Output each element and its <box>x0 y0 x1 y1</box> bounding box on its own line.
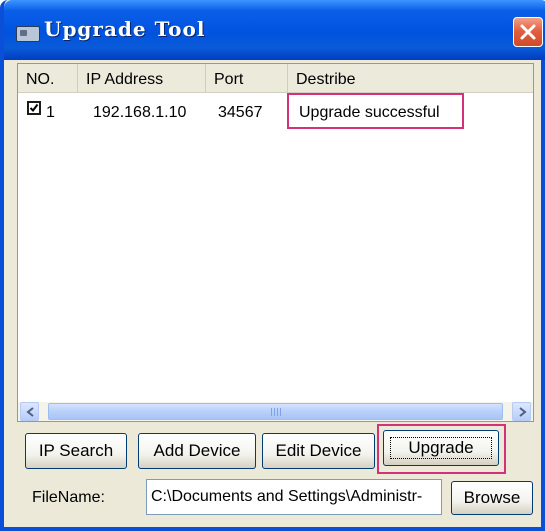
close-button[interactable] <box>513 17 543 47</box>
upgrade-button[interactable]: Upgrade <box>383 430 499 466</box>
scroll-left-button[interactable] <box>20 402 39 421</box>
row-ip-address: 192.168.1.10 <box>93 104 187 121</box>
status-highlight-box <box>287 93 464 129</box>
device-list[interactable]: NO. IP Address Port Destribe 1 192.168.1… <box>17 63 534 422</box>
column-header-describe[interactable]: Destribe <box>288 64 533 92</box>
column-header-port[interactable]: Port <box>206 64 288 92</box>
scroll-grip <box>271 408 281 416</box>
focus-ring <box>390 437 492 459</box>
edit-device-button[interactable]: Edit Device <box>262 433 375 469</box>
close-icon <box>520 24 536 40</box>
scroll-right-button[interactable] <box>512 402 531 421</box>
filename-field[interactable]: C:\Documents and Settings\Administr‑ <box>146 479 442 515</box>
add-device-button[interactable]: Add Device <box>138 433 256 469</box>
app-icon <box>16 26 40 42</box>
chevron-left-icon <box>26 407 34 417</box>
row-number: 1 <box>46 104 55 121</box>
column-header-ip-address[interactable]: IP Address <box>78 64 206 92</box>
ip-search-button[interactable]: IP Search <box>25 433 127 469</box>
horizontal-scrollbar[interactable] <box>18 402 533 421</box>
checkmark-icon <box>29 103 39 113</box>
filename-label: FileName: <box>32 489 105 506</box>
list-header: NO. IP Address Port Destribe <box>18 64 533 93</box>
column-header-no[interactable]: NO. <box>18 64 78 92</box>
browse-button[interactable]: Browse <box>451 481 533 515</box>
row-port: 34567 <box>218 104 263 121</box>
row-checkbox[interactable] <box>27 101 41 115</box>
chevron-right-icon <box>519 407 527 417</box>
window-title: Upgrade Tool <box>44 17 206 41</box>
scroll-thumb[interactable] <box>48 403 503 420</box>
title-bar[interactable]: Upgrade Tool <box>4 0 545 60</box>
